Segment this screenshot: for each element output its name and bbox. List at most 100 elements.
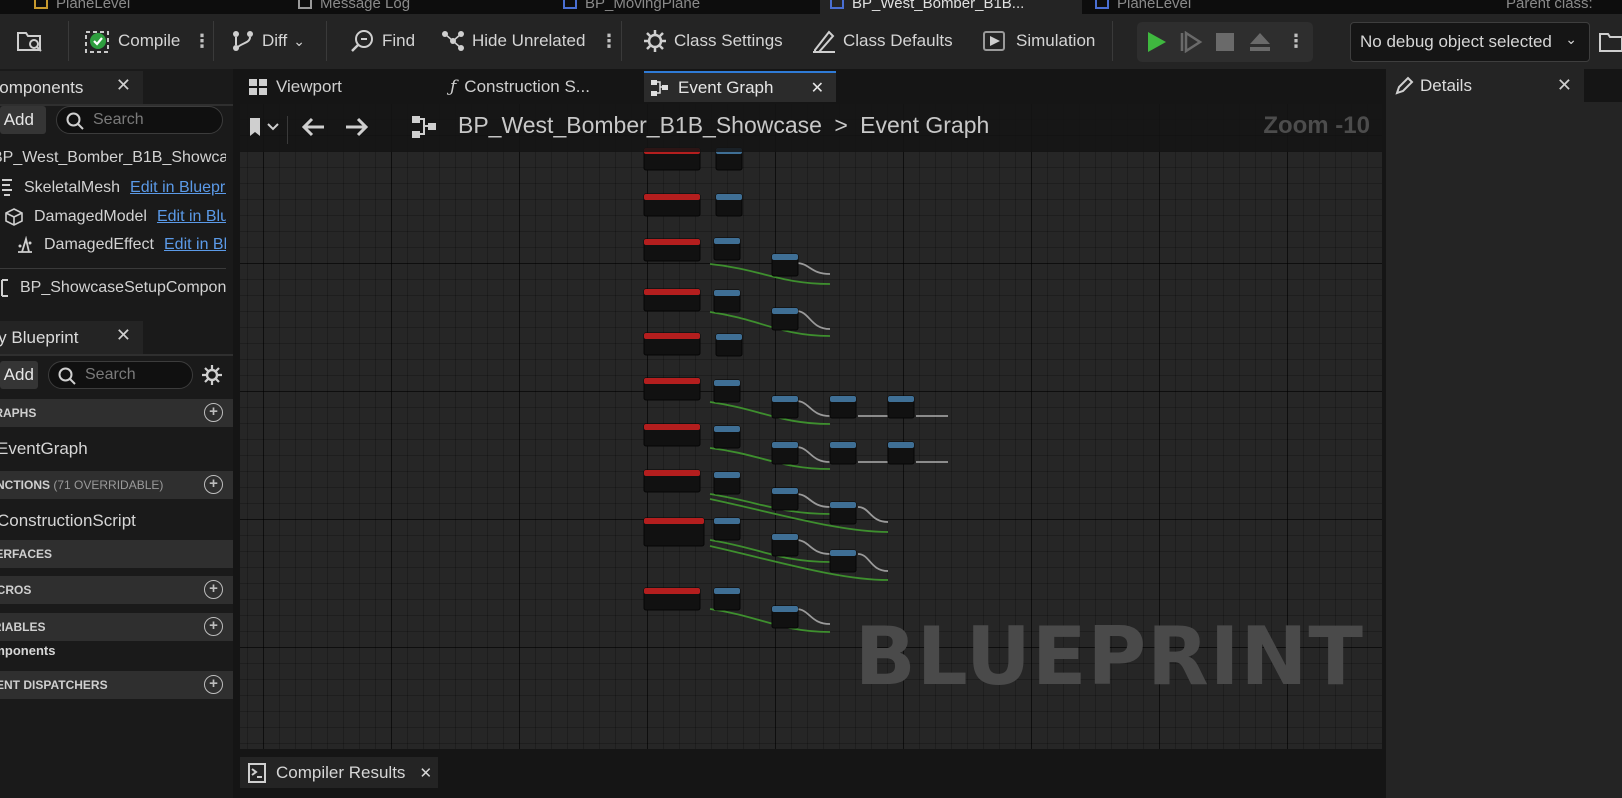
doc-tab-active[interactable]: BP_West_Bomber_B1B...: [820, 0, 1082, 14]
event-node[interactable]: [643, 238, 701, 262]
function-node[interactable]: [713, 471, 741, 495]
diff-icon: [233, 31, 253, 51]
play-icon[interactable]: [1145, 31, 1169, 53]
function-node[interactable]: [771, 253, 799, 277]
close-icon[interactable]: ✕: [811, 78, 824, 98]
eject-icon[interactable]: [1248, 31, 1272, 53]
graph-canvas[interactable]: BLUEPRINT: [240, 104, 1382, 749]
function-node[interactable]: [771, 605, 799, 629]
component-root[interactable]: BP_West_Bomber_B1B_Showcase (Self): [0, 149, 226, 167]
add-member-button[interactable]: + Add: [0, 361, 38, 389]
add-function-icon[interactable]: +: [204, 475, 223, 494]
function-node[interactable]: [713, 289, 741, 313]
details-pencil-icon: [1395, 76, 1414, 95]
back-arrow-icon[interactable]: [300, 116, 326, 138]
event-node[interactable]: [643, 377, 701, 401]
function-node[interactable]: [829, 441, 857, 465]
settings-gear-icon[interactable]: [201, 364, 223, 386]
compile-options-button[interactable]: ⋮: [193, 27, 211, 55]
details-tab[interactable]: Details ✕: [1386, 69, 1584, 102]
find-button[interactable]: Find: [350, 27, 415, 55]
components-category[interactable]: Components: [0, 643, 55, 658]
forward-arrow-icon[interactable]: [344, 116, 370, 138]
function-node[interactable]: [771, 441, 799, 465]
event-node[interactable]: [643, 469, 701, 493]
stop-icon[interactable]: [1214, 32, 1236, 52]
doc-tab[interactable]: Message Log: [298, 0, 410, 14]
function-node[interactable]: [713, 237, 741, 261]
edit-in-blueprint-link[interactable]: Edit in Blueprint: [164, 236, 226, 254]
event-node[interactable]: [643, 423, 701, 447]
component-row[interactable]: SkeletalMesh Edit in Blueprint: [0, 178, 226, 198]
class-defaults-button[interactable]: Class Defaults: [811, 27, 953, 55]
component-row[interactable]: BP_ShowcaseSetupComponent: [0, 278, 226, 298]
section-macros[interactable]: MACROS+: [0, 576, 233, 604]
class-settings-button[interactable]: Class Settings: [642, 27, 783, 55]
compile-button[interactable]: Compile: [84, 27, 180, 55]
function-node[interactable]: [771, 307, 799, 331]
function-node[interactable]: [771, 487, 799, 511]
graph-item-eventgraph[interactable]: EventGraph: [0, 439, 88, 459]
hide-unrelated-button[interactable]: Hide Unrelated: [440, 27, 585, 55]
play-options-button[interactable]: ⋮: [1287, 32, 1305, 50]
section-functions[interactable]: FUNCTIONS (71 OVERRIDABLE)+: [0, 471, 233, 499]
compiler-results-tab[interactable]: Compiler Results ✕: [240, 757, 438, 788]
add-dispatcher-icon[interactable]: +: [204, 675, 223, 694]
function-node[interactable]: [771, 395, 799, 419]
close-icon[interactable]: ✕: [419, 764, 432, 782]
add-macro-icon[interactable]: +: [204, 580, 223, 599]
function-node[interactable]: [829, 395, 857, 419]
my-blueprint-tab[interactable]: My Blueprint ✕: [0, 321, 143, 354]
add-component-button[interactable]: + Add: [0, 106, 46, 134]
diff-button[interactable]: Diff ⌄: [230, 27, 305, 55]
function-item-constructionscript[interactable]: ConstructionScript: [0, 511, 136, 531]
tab-event-graph[interactable]: Event Graph ✕: [644, 71, 836, 102]
tab-construction-script[interactable]: ƒ Construction S...: [450, 71, 630, 102]
bookmark-button[interactable]: [246, 116, 288, 144]
function-node[interactable]: [715, 193, 743, 217]
function-node[interactable]: [771, 533, 799, 557]
event-node[interactable]: [643, 332, 701, 356]
my-blueprint-search-input[interactable]: Search: [48, 361, 193, 389]
debug-object-select[interactable]: No debug object selected ⌄: [1350, 22, 1590, 62]
event-node[interactable]: [643, 288, 701, 312]
edit-in-blueprint-link[interactable]: Edit in Blueprint: [157, 208, 226, 226]
function-node[interactable]: [829, 501, 857, 525]
function-node[interactable]: [887, 441, 915, 465]
section-interfaces[interactable]: INTERFACES: [0, 540, 233, 568]
breadcrumb-graph[interactable]: Event Graph: [860, 112, 989, 138]
event-node[interactable]: [643, 587, 701, 611]
hide-unrelated-options-button[interactable]: ⋮: [600, 27, 618, 55]
doc-tab[interactable]: PlaneLevel: [1095, 0, 1191, 14]
function-node[interactable]: [715, 333, 743, 357]
function-node[interactable]: [829, 549, 857, 573]
close-icon[interactable]: ✕: [1557, 75, 1572, 96]
section-event-dispatchers[interactable]: EVENT DISPATCHERS+: [0, 671, 233, 699]
function-node[interactable]: [713, 379, 741, 403]
function-node[interactable]: [713, 587, 741, 611]
step-icon[interactable]: [1179, 31, 1203, 53]
tab-viewport[interactable]: Viewport: [244, 71, 424, 102]
event-node[interactable]: [643, 517, 705, 547]
component-row[interactable]: DamagedEffect Edit in Blueprint: [16, 236, 226, 254]
doc-tab[interactable]: BP_MovingPlane: [563, 0, 700, 14]
event-node[interactable]: [643, 193, 701, 217]
add-variable-icon[interactable]: +: [204, 617, 223, 636]
components-search-input[interactable]: Search: [56, 106, 223, 134]
debug-browse-icon[interactable]: [1598, 29, 1622, 53]
function-node[interactable]: [713, 425, 741, 449]
browse-button[interactable]: [16, 27, 44, 55]
breadcrumb-blueprint[interactable]: BP_West_Bomber_B1B_Showcase: [458, 112, 822, 138]
function-node[interactable]: [887, 395, 915, 419]
close-icon[interactable]: ✕: [116, 75, 131, 96]
close-icon[interactable]: ✕: [116, 325, 131, 346]
function-node[interactable]: [713, 517, 741, 541]
components-tab[interactable]: Components ✕: [0, 71, 143, 104]
doc-tab[interactable]: PlaneLevel: [34, 0, 130, 14]
edit-in-blueprint-link[interactable]: Edit in Blueprint: [130, 179, 226, 197]
section-variables[interactable]: VARIABLES+: [0, 613, 233, 641]
add-graph-icon[interactable]: +: [204, 403, 223, 422]
component-row[interactable]: DamagedModel Edit in Blueprint: [4, 207, 226, 227]
simulation-button[interactable]: Simulation: [982, 27, 1095, 55]
section-graphs[interactable]: GRAPHS+: [0, 399, 233, 427]
